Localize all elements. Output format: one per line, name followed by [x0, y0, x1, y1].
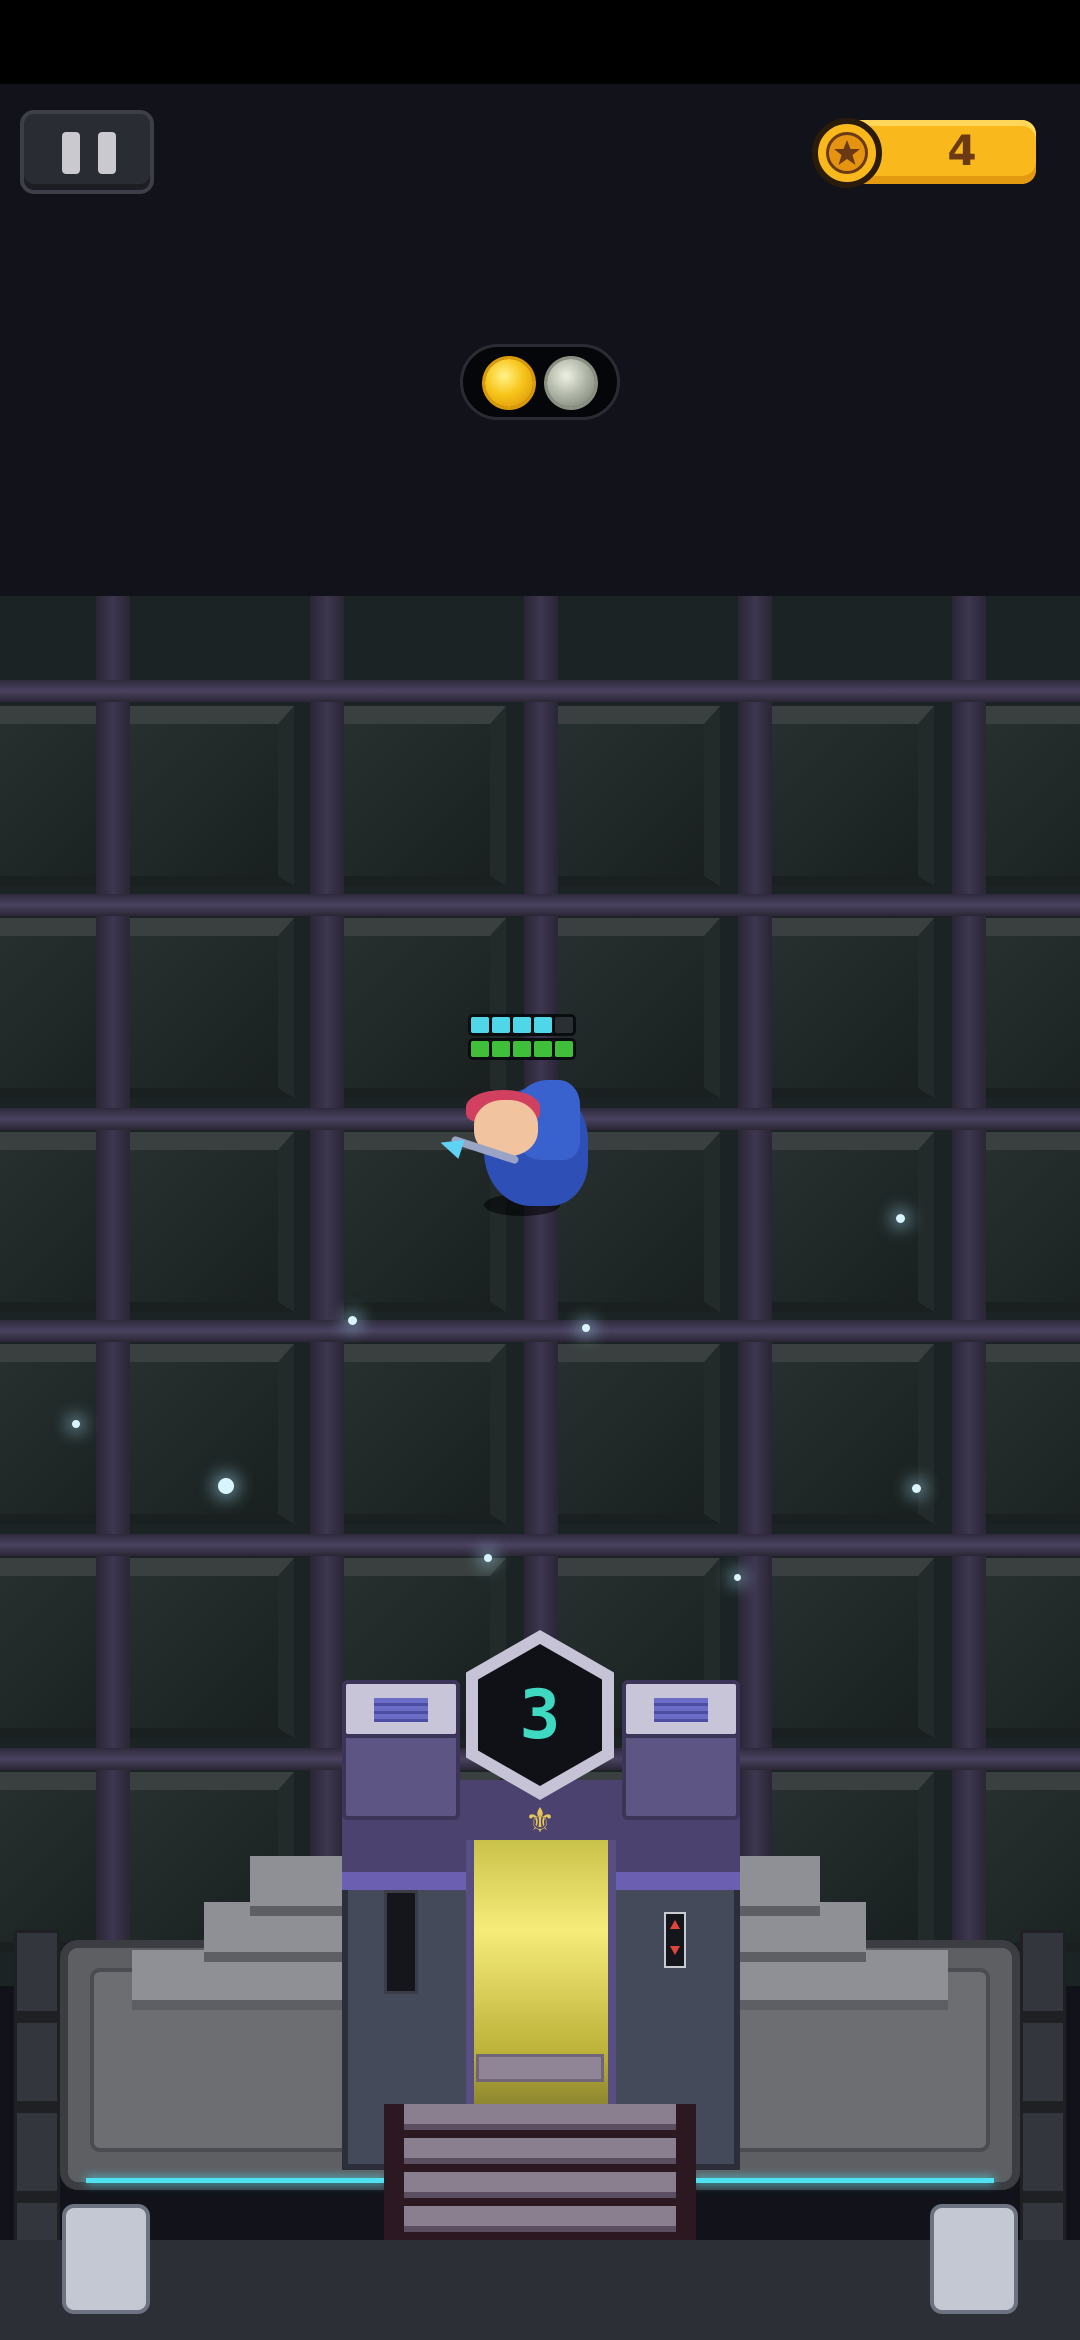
floor-tile [754, 918, 934, 1098]
dust-particle [582, 1324, 590, 1332]
floor-tile [114, 1132, 294, 1312]
dust-particle [734, 1574, 741, 1581]
floor-tile [114, 706, 294, 886]
bar-segment [534, 1017, 552, 1033]
bar-segment [471, 1017, 489, 1033]
elevator-arrows-icon [664, 1912, 686, 1968]
stage-orb-completed [485, 359, 533, 407]
floor-tile [754, 1132, 934, 1312]
stage-progress [460, 344, 620, 420]
gate-plaque [476, 2054, 604, 2082]
dust-particle [218, 1478, 234, 1494]
bar-segment [513, 1041, 531, 1057]
floor-tile [754, 706, 934, 886]
hero-character[interactable] [437, 1010, 600, 1230]
bar-segment [471, 1041, 489, 1057]
fleur-de-lis-icon: ⚜ [524, 1801, 556, 1841]
floor-tile [754, 1344, 934, 1524]
floor-tile [326, 1344, 506, 1524]
level-badge: 3 [466, 1630, 614, 1800]
status-bar [0, 0, 1080, 84]
stairs [384, 2104, 696, 2240]
floor-tile [114, 918, 294, 1098]
grid-beam [0, 1534, 1080, 1556]
game-screen: 4 3 ⚜ [0, 0, 1080, 2340]
bar-segment [555, 1041, 573, 1057]
floor-tile [540, 1344, 720, 1524]
dust-particle [72, 1420, 80, 1428]
floor-tile [326, 706, 506, 886]
bar-segment [492, 1017, 510, 1033]
dust-particle [896, 1214, 905, 1223]
exit-doorway[interactable] [466, 1840, 616, 2140]
bar-segment [555, 1017, 573, 1033]
exit-gate-area: 3 ⚜ [0, 1600, 1080, 2340]
coin-count: 4 [947, 126, 977, 175]
grid-beam [0, 1320, 1080, 1342]
floor-tile [540, 706, 720, 886]
bar-segment [534, 1041, 552, 1057]
grid-beam [0, 894, 1080, 916]
stage-orb-locked [547, 359, 595, 407]
dust-particle [484, 1554, 492, 1562]
bar-segment [492, 1041, 510, 1057]
dust-particle [912, 1484, 921, 1493]
level-number: 3 [519, 1675, 561, 1755]
bar-segment [513, 1017, 531, 1033]
star-coin-icon [812, 118, 882, 188]
hero-shield-bar [468, 1014, 576, 1036]
floor-tile [114, 1344, 294, 1524]
grid-beam [0, 680, 1080, 702]
dust-particle [348, 1316, 357, 1325]
hero-health-bar [468, 1038, 576, 1060]
pause-button[interactable] [20, 110, 154, 194]
